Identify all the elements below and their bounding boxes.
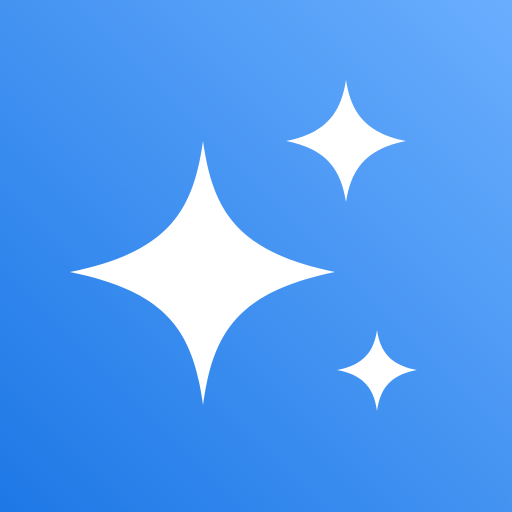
sparkles-icon [0,0,512,512]
app-icon[interactable] [0,0,512,512]
